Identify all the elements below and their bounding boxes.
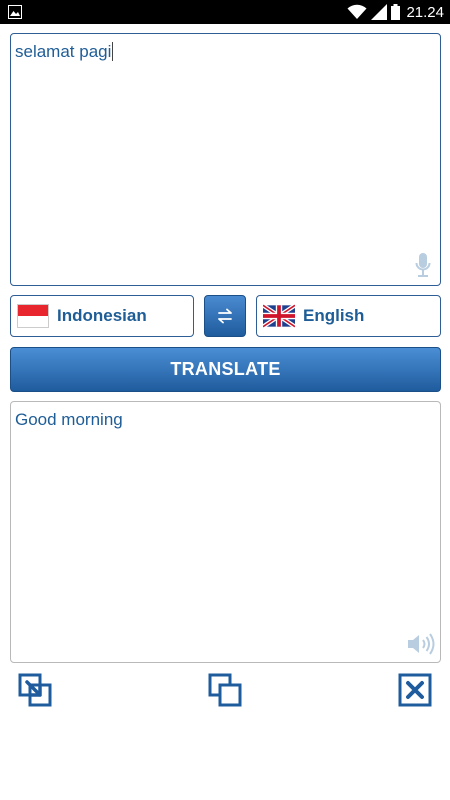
source-text-area[interactable]: selamat pagi [10,33,441,286]
image-icon [8,5,22,19]
microphone-icon[interactable] [415,253,431,279]
uk-flag-icon [263,304,295,328]
source-text-value: selamat pagi [15,42,112,61]
source-text[interactable]: selamat pagi [15,42,114,62]
translation-output-area[interactable]: Good morning [10,401,441,663]
swap-arrows-icon [218,308,232,324]
indonesia-flag-icon [17,304,49,328]
source-language-label: Indonesian [57,306,147,325]
status-time: 21.24 [406,3,444,21]
copy-icon[interactable] [208,673,242,707]
translate-button[interactable]: TRANSLATE [10,347,441,392]
target-language-selector[interactable]: English [256,295,441,337]
text-caret [112,42,114,61]
paste-icon[interactable] [18,673,52,707]
translation-text: Good morning [15,410,123,429]
wifi-icon [347,4,367,19]
clear-icon[interactable] [398,673,432,707]
battery-icon [391,4,401,20]
swap-languages-button[interactable] [204,295,246,337]
status-bar: 21.24 [0,0,450,24]
speaker-icon[interactable] [406,632,436,656]
translate-button-label: TRANSLATE [170,359,281,379]
target-language-label: English [303,306,365,325]
source-language-selector[interactable]: Indonesian [10,295,194,337]
signal-icon [371,4,388,20]
